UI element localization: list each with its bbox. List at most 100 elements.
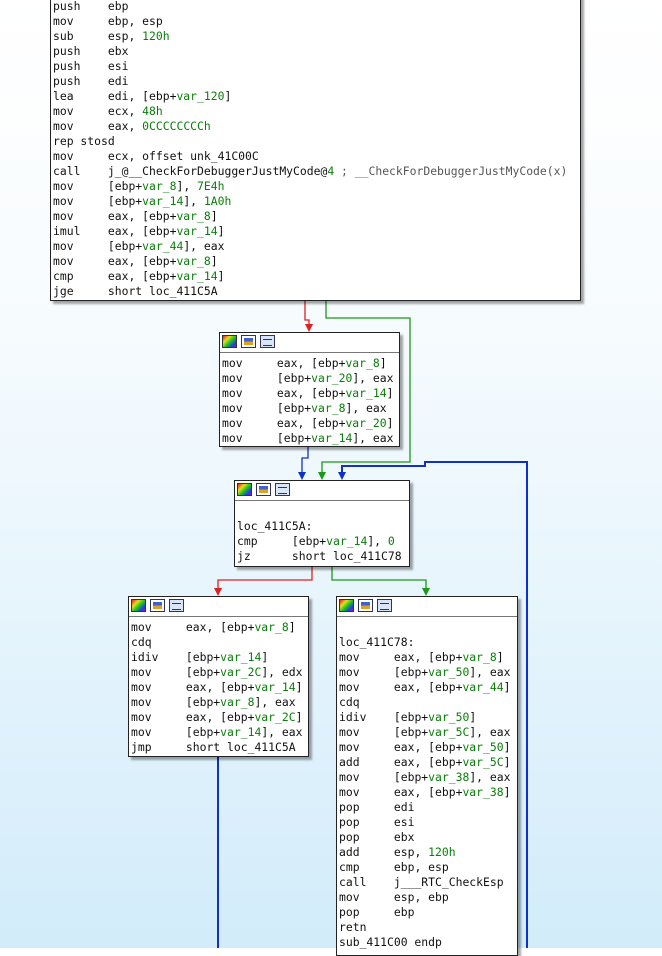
asm-line[interactable]: sub esp, 120h — [53, 29, 580, 44]
basic-block-swap[interactable]: mov eax, [ebp+var_8] mov [ebp+var_20], ea… — [219, 332, 400, 447]
asm-line[interactable]: loc_411C78: — [339, 635, 517, 650]
asm-line[interactable]: jz short loc_411C78 — [237, 549, 409, 564]
asm-line[interactable]: add esp, 120h — [339, 845, 517, 860]
asm-line[interactable]: mov eax, [ebp+var_50] — [339, 740, 517, 755]
asm-line[interactable]: mov [ebp+var_2C], edx — [131, 665, 308, 680]
asm-line[interactable]: lea edi, [ebp+var_120] — [53, 89, 580, 104]
asm-line[interactable]: mov eax, [ebp+var_8] — [222, 356, 399, 371]
asm-line[interactable]: mov [ebp+var_8], eax — [222, 401, 399, 416]
asm-line[interactable]: mov [ebp+var_50], eax — [339, 665, 517, 680]
asm-line[interactable]: mov eax, [ebp+var_8] — [339, 650, 517, 665]
asm-line[interactable]: retn — [339, 920, 517, 935]
basic-block-loop-header[interactable]: loc_411C5A: cmp [ebp+var_14], 0 jz short l… — [234, 480, 410, 567]
asm-line[interactable]: mov [ebp+var_14], eax — [131, 725, 308, 740]
asm-line[interactable]: push edi — [53, 74, 580, 89]
asm-operands: eax, [ebp+var_5C] — [393, 755, 511, 769]
asm-operands: eax, [ebp+var_50] — [393, 740, 511, 754]
graph-overview-icon[interactable] — [131, 599, 146, 612]
asm-line[interactable]: add eax, [ebp+var_5C] — [339, 755, 517, 770]
edge-loop-to-exit — [331, 566, 427, 590]
asm-mnemonic: mov — [339, 890, 360, 904]
basic-block-exit[interactable]: loc_411C78: mov eax, [ebp+var_8] mov [ebp+… — [336, 596, 518, 956]
asm-line[interactable]: call j_@__CheckForDebuggerJustMyCode@4 ;… — [53, 164, 580, 179]
asm-line[interactable]: mov eax, [ebp+var_14] — [222, 386, 399, 401]
asm-line[interactable]: mov eax, [ebp+var_8] — [53, 209, 580, 224]
asm-line[interactable]: pop edi — [339, 800, 517, 815]
asm-line[interactable]: jmp short loc_411C5A — [131, 740, 308, 755]
asm-operands: j___RTC_CheckEsp — [393, 875, 504, 889]
asm-line[interactable]: pop ebx — [339, 830, 517, 845]
asm-line[interactable]: mov [ebp+var_44], eax — [53, 239, 580, 254]
asm-line[interactable]: cmp ebp, esp — [339, 860, 517, 875]
asm-line[interactable]: cmp [ebp+var_14], 0 — [237, 534, 409, 549]
basic-block-prologue[interactable]: push ebp mov ebp, esp sub esp, 120h push eb… — [50, 0, 581, 301]
asm-operands: esi — [393, 815, 415, 829]
graph-overview-icon[interactable] — [237, 483, 252, 496]
asm-line[interactable]: mov [ebp+var_5C], eax — [339, 725, 517, 740]
asm-line[interactable]: mov eax, 0CCCCCCCCh — [53, 119, 580, 134]
asm-line[interactable]: mov eax, [ebp+var_44] — [339, 680, 517, 695]
edit-block-color-icon[interactable] — [150, 599, 165, 612]
edge-arrow — [214, 588, 222, 596]
asm-line[interactable]: imul eax, [ebp+var_14] — [53, 224, 580, 239]
asm-line[interactable]: idiv [ebp+var_50] — [339, 710, 517, 725]
asm-operands: edi, [ebp+var_120] — [107, 89, 232, 103]
basic-block-loop-body[interactable]: mov eax, [ebp+var_8] cdq idiv [ebp+var_14]… — [128, 596, 309, 757]
edit-block-color-icon[interactable] — [358, 599, 373, 612]
asm-line[interactable]: mov ebp, esp — [53, 14, 580, 29]
asm-line[interactable]: pop esi — [339, 815, 517, 830]
asm-line[interactable]: mov [ebp+var_8], eax — [131, 695, 308, 710]
asm-line[interactable]: rep stosd — [53, 134, 580, 149]
asm-mnemonic: retn — [339, 920, 367, 934]
asm-line[interactable]: mov [ebp+var_8], 7E4h — [53, 179, 580, 194]
asm-line[interactable]: mov eax, [ebp+var_2C] — [131, 710, 308, 725]
asm-line[interactable]: loc_411C5A: — [237, 519, 409, 534]
asm-line[interactable]: mov esp, ebp — [339, 890, 517, 905]
group-nodes-icon[interactable] — [275, 483, 290, 496]
asm-line[interactable]: idiv [ebp+var_14] — [131, 650, 308, 665]
asm-line[interactable]: cdq — [339, 695, 517, 710]
block-header — [337, 597, 517, 617]
asm-line[interactable]: mov ecx, 48h — [53, 104, 580, 119]
asm-operands: [ebp+var_8], eax — [276, 401, 387, 415]
asm-operands: [ebp+var_14] — [185, 650, 269, 664]
asm-operands: esi — [107, 59, 129, 73]
edge-arrow — [318, 472, 326, 480]
asm-line[interactable]: push esi — [53, 59, 580, 74]
asm-line[interactable]: mov eax, [ebp+var_8] — [131, 620, 308, 635]
group-nodes-icon[interactable] — [169, 599, 184, 612]
asm-line[interactable]: mov [ebp+var_14], eax — [222, 431, 399, 446]
edge-arrow — [305, 324, 313, 332]
asm-line[interactable]: push ebx — [53, 44, 580, 59]
group-nodes-icon[interactable] — [377, 599, 392, 612]
asm-mnemonic: mov — [131, 695, 152, 709]
asm-line[interactable]: mov ecx, offset unk_41C00C — [53, 149, 580, 164]
asm-line[interactable]: pop ebp — [339, 905, 517, 920]
asm-mnemonic: mov — [339, 770, 360, 784]
edit-block-color-icon[interactable] — [256, 483, 271, 496]
asm-operands: esp, 120h — [393, 845, 456, 859]
asm-line[interactable]: mov eax, [ebp+var_38] — [339, 785, 517, 800]
graph-overview-icon[interactable] — [339, 599, 354, 612]
asm-line[interactable]: mov eax, [ebp+var_20] — [222, 416, 399, 431]
asm-line[interactable]: mov eax, [ebp+var_8] — [53, 254, 580, 269]
asm-mnemonic: add — [339, 755, 360, 769]
asm-line[interactable]: call j___RTC_CheckEsp — [339, 875, 517, 890]
asm-mnemonic: imul — [53, 224, 81, 238]
graph-overview-icon[interactable] — [222, 335, 237, 348]
asm-line[interactable]: jge short loc_411C5A — [53, 284, 580, 299]
asm-line[interactable] — [339, 620, 517, 635]
edit-block-color-icon[interactable] — [241, 335, 256, 348]
asm-line[interactable]: mov eax, [ebp+var_14] — [131, 680, 308, 695]
asm-line[interactable]: push ebp — [53, 0, 580, 14]
asm-line[interactable]: cmp eax, [ebp+var_14] — [53, 269, 580, 284]
asm-mnemonic: mov — [222, 371, 243, 385]
asm-line[interactable] — [237, 504, 409, 519]
group-nodes-icon[interactable] — [260, 335, 275, 348]
asm-mnemonic: call — [53, 164, 81, 178]
asm-line[interactable]: mov [ebp+var_38], eax — [339, 770, 517, 785]
asm-line[interactable]: mov [ebp+var_20], eax — [222, 371, 399, 386]
asm-line[interactable]: mov [ebp+var_14], 1A0h — [53, 194, 580, 209]
asm-mnemonic: mov — [339, 680, 360, 694]
asm-line[interactable]: cdq — [131, 635, 308, 650]
